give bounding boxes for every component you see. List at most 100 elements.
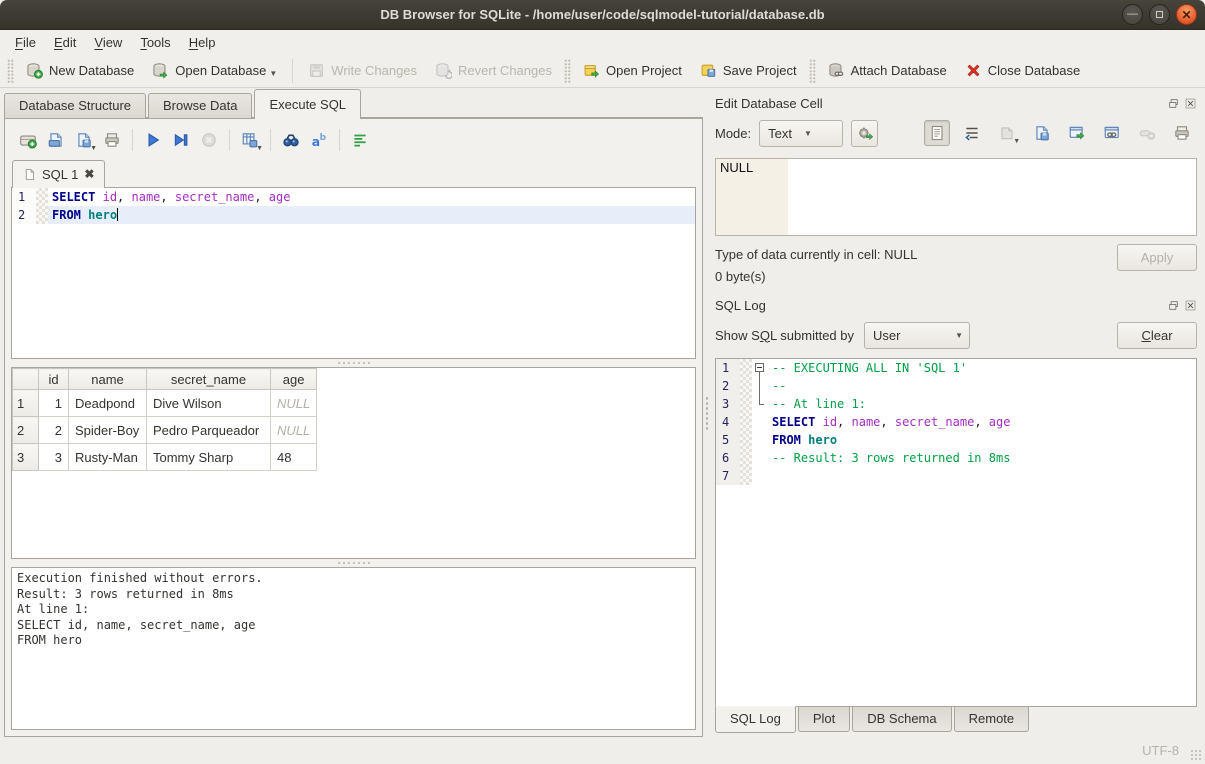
tab-execute-sql[interactable]: Execute SQL — [254, 89, 361, 118]
sql-log-close-button[interactable] — [1183, 298, 1197, 312]
new-sql-tab-button[interactable] — [15, 127, 41, 153]
cell-settings-button[interactable] — [851, 120, 878, 147]
cell-r2c3[interactable]: Pedro Parqueador — [147, 417, 271, 444]
bottom-tab-plot[interactable]: Plot — [798, 707, 850, 732]
sql-tab-close-icon[interactable]: ✖ — [84, 167, 94, 181]
copy-link-button[interactable] — [1099, 120, 1125, 146]
auto-complete-button[interactable]: ba — [306, 127, 332, 153]
cell-r3c2[interactable]: Rusty-Man — [69, 444, 147, 471]
open-database-button[interactable]: Open Database▼ — [143, 58, 286, 83]
attach-database-button[interactable]: Attach Database — [819, 58, 956, 83]
column-header-age[interactable]: age — [271, 369, 317, 390]
toolbar-handle[interactable] — [809, 59, 816, 83]
cell-r2c2[interactable]: Spider-Boy — [69, 417, 147, 444]
menu-edit[interactable]: Edit — [45, 33, 85, 52]
cell-r2c1[interactable]: 2 — [39, 417, 69, 444]
execution-message-panel[interactable]: Execution finished without errors.Result… — [11, 567, 696, 730]
print-icon — [103, 131, 121, 149]
cell-r3c4[interactable]: 48 — [271, 444, 317, 471]
bottom-tab-remote[interactable]: Remote — [954, 707, 1030, 732]
toolbar-handle[interactable] — [7, 59, 14, 83]
titlebar: DB Browser for SQLite - /home/user/code/… — [0, 0, 1205, 30]
results-table[interactable]: idnamesecret_nameage11DeadpondDive Wilso… — [11, 367, 696, 559]
minimize-button[interactable]: — — [1122, 4, 1143, 25]
cell-r3c1[interactable]: 3 — [39, 444, 69, 471]
clear-log-button[interactable]: Clear — [1117, 322, 1197, 349]
write-changes-button[interactable]: Write Changes — [299, 58, 426, 83]
dropdown-caret-icon[interactable]: ▼ — [256, 145, 263, 152]
toolbar-handle[interactable] — [564, 59, 571, 83]
save-results-button[interactable]: ▼ — [237, 127, 263, 153]
revert-changes-button[interactable]: Revert Changes — [426, 58, 561, 83]
sql-log-view[interactable]: 1-- EXECUTING ALL IN 'SQL 1'2--3-- At li… — [715, 358, 1197, 707]
print-sql-button[interactable] — [99, 127, 125, 153]
message-line: Execution finished without errors. — [17, 571, 690, 587]
tab-database-structure[interactable]: Database Structure — [4, 93, 146, 118]
menu-tools[interactable]: Tools — [131, 33, 179, 52]
results-corner[interactable] — [13, 369, 39, 390]
edit-cell-float-button[interactable] — [1166, 96, 1180, 110]
log-filter-select[interactable]: User ▼ — [864, 322, 970, 349]
left-right-splitter[interactable] — [703, 88, 711, 737]
row-header[interactable]: 3 — [13, 444, 39, 471]
save-sql-file-button[interactable]: ▼ — [71, 127, 97, 153]
export-cell-button[interactable] — [1029, 120, 1055, 146]
results-message-splitter[interactable] — [11, 559, 696, 567]
right-pane: Edit Database Cell Mode: Text ▼ ▼ NULL — [711, 88, 1205, 737]
editor-results-splitter[interactable] — [11, 359, 696, 367]
menu-file[interactable]: File — [6, 33, 45, 52]
dropdown-caret-icon[interactable]: ▼ — [90, 145, 97, 152]
attach-database-icon — [828, 62, 845, 79]
cell-r1c1[interactable]: 1 — [39, 390, 69, 417]
apply-button[interactable]: Apply — [1117, 244, 1197, 271]
cell-r1c2[interactable]: Deadpond — [69, 390, 147, 417]
cell-r1c4[interactable]: NULL — [271, 390, 317, 417]
cell-editor-edit-area[interactable] — [788, 159, 1196, 235]
maximize-button[interactable] — [1149, 4, 1170, 25]
word-wrap-button[interactable] — [959, 120, 985, 146]
resize-grip[interactable] — [1190, 749, 1202, 761]
stop-execution-button[interactable] — [196, 127, 222, 153]
bottom-tab-db-schema[interactable]: DB Schema — [852, 707, 951, 732]
cell-r2c4[interactable]: NULL — [271, 417, 317, 444]
column-header-id[interactable]: id — [39, 369, 69, 390]
row-header[interactable]: 1 — [13, 390, 39, 417]
bottom-tab-sql-log[interactable]: SQL Log — [715, 706, 796, 733]
sql-editor[interactable]: 1SELECT id, name, secret_name, age2FROM … — [11, 187, 696, 359]
cell-type-label: Type of data currently in cell: NULL — [715, 244, 1117, 266]
open-in-external-button[interactable] — [1064, 120, 1090, 146]
import-cell-button[interactable]: ▼ — [994, 120, 1020, 146]
dropdown-caret-icon[interactable]: ▼ — [1013, 138, 1020, 145]
cell-r1c3[interactable]: Dive Wilson — [147, 390, 271, 417]
close-database-icon — [965, 62, 982, 79]
dropdown-caret-icon[interactable]: ▼ — [269, 69, 277, 78]
fold-marker-icon[interactable] — [755, 363, 764, 372]
menu-view[interactable]: View — [85, 33, 131, 52]
row-header[interactable]: 2 — [13, 417, 39, 444]
text-mode-button[interactable] — [924, 120, 950, 146]
svg-text:a: a — [312, 135, 320, 149]
mode-select[interactable]: Text ▼ — [759, 120, 843, 147]
find-button[interactable] — [278, 127, 304, 153]
close-button[interactable]: ✕ — [1176, 4, 1197, 25]
menu-help[interactable]: Help — [180, 33, 225, 52]
save-project-button[interactable]: Save Project — [691, 58, 806, 83]
cell-editor[interactable]: NULL — [715, 158, 1197, 236]
line-number: 7 — [716, 467, 740, 485]
format-sql-button[interactable] — [347, 127, 373, 153]
sql-log-float-button[interactable] — [1166, 298, 1180, 312]
open-sql-file-button[interactable] — [43, 127, 69, 153]
print-cell-button[interactable] — [1169, 120, 1195, 146]
sql-tab[interactable]: SQL 1 ✖ — [12, 160, 105, 188]
column-header-name[interactable]: name — [69, 369, 147, 390]
new-database-button[interactable]: New Database — [17, 58, 143, 83]
open-project-button[interactable]: Open Project — [574, 58, 691, 83]
set-null-button[interactable] — [1134, 120, 1160, 146]
execute-current-line-button[interactable] — [168, 127, 194, 153]
execute-all-button[interactable] — [140, 127, 166, 153]
cell-r3c3[interactable]: Tommy Sharp — [147, 444, 271, 471]
column-header-secret_name[interactable]: secret_name — [147, 369, 271, 390]
close-database-button[interactable]: Close Database — [956, 58, 1090, 83]
edit-cell-close-button[interactable] — [1183, 96, 1197, 110]
tab-browse-data[interactable]: Browse Data — [148, 93, 252, 118]
